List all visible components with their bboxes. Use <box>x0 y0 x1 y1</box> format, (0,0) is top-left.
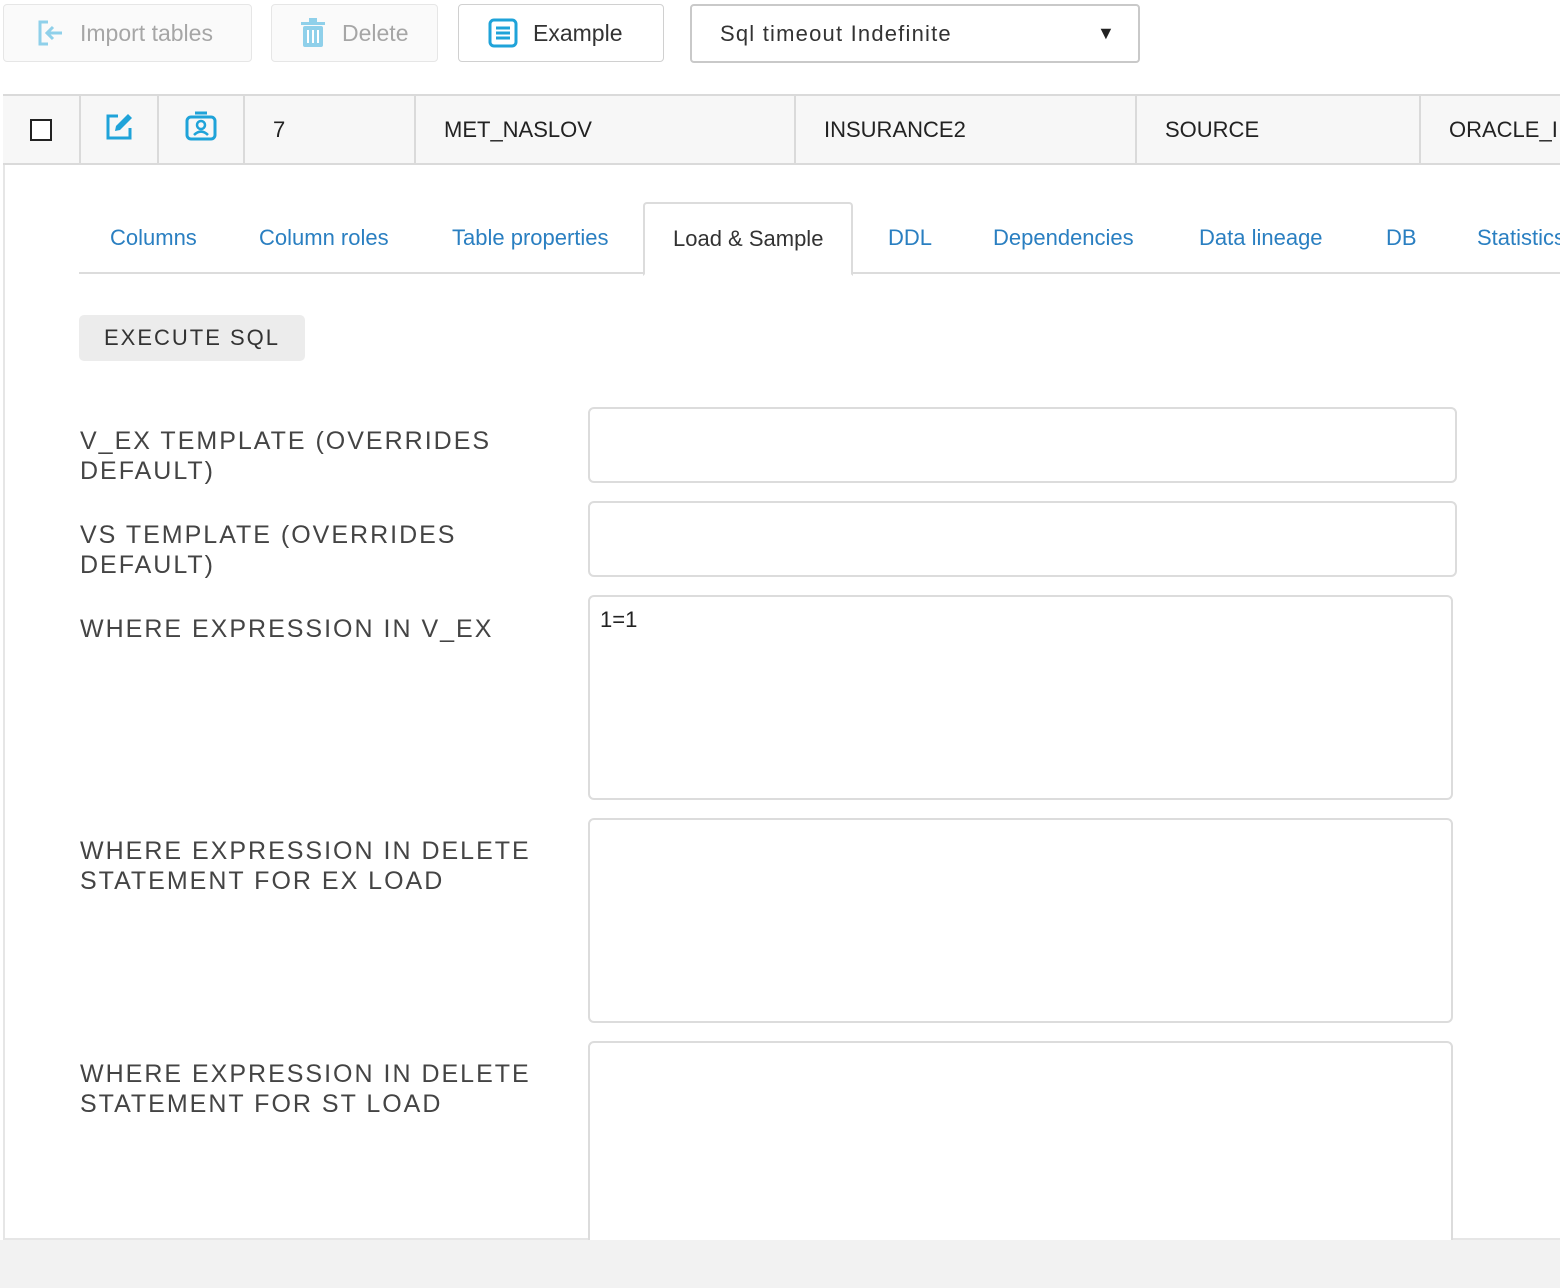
profile-cell[interactable] <box>159 96 245 163</box>
where-delete-st-textarea[interactable] <box>588 1041 1453 1246</box>
tab-columns[interactable]: Columns <box>110 202 197 274</box>
where-vex-textarea[interactable]: 1=1 <box>588 595 1453 800</box>
tab-ddl[interactable]: DDL <box>888 202 932 274</box>
sql-timeout-value: Sql timeout Indefinite <box>720 20 952 46</box>
tab-data-lineage[interactable]: Data lineage <box>1199 202 1323 274</box>
row-schema: INSURANCE2 <box>796 96 1137 163</box>
tab-statistics[interactable]: Statistics <box>1477 202 1560 274</box>
table-row[interactable]: 7 MET_NASLOV INSURANCE2 SOURCE ORACLE_I <box>3 94 1560 165</box>
trash-icon <box>298 17 328 49</box>
execute-sql-button[interactable]: EXECUTE SQL <box>79 315 305 361</box>
example-button[interactable]: Example <box>458 4 664 62</box>
row-connection: ORACLE_I <box>1449 116 1558 142</box>
chevron-down-icon: ▼ <box>1096 23 1116 43</box>
vex-template-label: V_EX TEMPLATE (OVERRIDES DEFAULT) <box>80 427 492 485</box>
vs-template-input[interactable] <box>588 501 1457 577</box>
import-tables-label: Import tables <box>80 19 213 46</box>
import-icon <box>34 17 66 49</box>
tab-load-sample[interactable]: Load & Sample <box>643 202 854 276</box>
import-tables-button[interactable]: Import tables <box>3 4 252 62</box>
delete-button[interactable]: Delete <box>271 4 438 62</box>
edit-icon[interactable] <box>103 111 135 149</box>
tab-bar: Columns Column roles Table properties Lo… <box>79 202 1560 276</box>
where-delete-ex-label: WHERE EXPRESSION IN DELETE STATEMENT FOR… <box>80 837 531 895</box>
user-card-icon[interactable] <box>184 110 218 150</box>
tab-table-properties[interactable]: Table properties <box>452 202 609 274</box>
tab-column-roles[interactable]: Column roles <box>259 202 389 274</box>
sql-timeout-select[interactable]: Sql timeout Indefinite ▼ <box>690 4 1140 63</box>
tab-dependencies[interactable]: Dependencies <box>993 202 1134 274</box>
vex-template-input[interactable] <box>588 407 1457 483</box>
row-checkbox[interactable] <box>30 118 52 141</box>
tab-db[interactable]: DB <box>1386 202 1417 274</box>
vs-template-label: VS TEMPLATE (OVERRIDES DEFAULT) <box>80 521 457 579</box>
row-type: SOURCE <box>1137 96 1421 163</box>
document-icon <box>487 17 519 49</box>
delete-label: Delete <box>342 19 409 46</box>
edit-cell[interactable] <box>81 96 159 163</box>
example-label: Example <box>533 19 623 46</box>
row-select-cell[interactable] <box>3 96 81 163</box>
row-table-name: MET_NASLOV <box>416 96 796 163</box>
where-delete-ex-textarea[interactable] <box>588 818 1453 1023</box>
where-delete-st-label: WHERE EXPRESSION IN DELETE STATEMENT FOR… <box>80 1060 531 1118</box>
row-number: 7 <box>245 96 416 163</box>
horizontal-scrollbar[interactable] <box>0 1240 1560 1288</box>
where-vex-label: WHERE EXPRESSION IN V_EX <box>80 615 494 643</box>
